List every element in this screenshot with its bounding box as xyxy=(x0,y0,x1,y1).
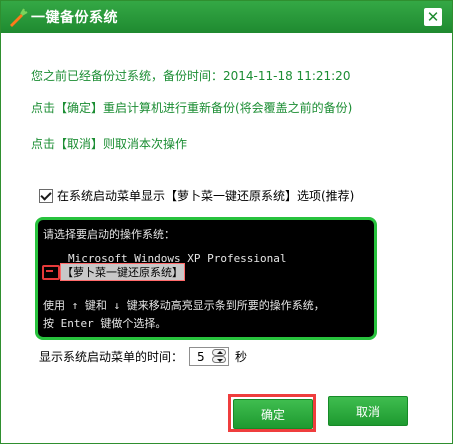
cancel-instruction-text: 点击【取消】则取消本次操作 xyxy=(31,137,188,151)
title-bar: 一键备份系统 ✕ xyxy=(1,1,452,33)
cancel-button[interactable]: 取消 xyxy=(328,396,408,426)
boot-menu-prompt: 请选择要启动的操作系统： xyxy=(43,228,175,241)
timeout-value[interactable]: 5 xyxy=(197,350,205,364)
cancel-button-label: 取消 xyxy=(355,404,380,419)
boot-menu-help-2: 按 Enter 键做个选择。 xyxy=(43,317,167,330)
close-button[interactable]: ✕ xyxy=(424,8,442,26)
ok-button[interactable]: 确定 xyxy=(233,399,313,429)
show-boot-menu-label: 在系统启动菜单显示【萝卜菜一键还原系统】选项(推荐) xyxy=(57,189,355,203)
timeout-unit: 秒 xyxy=(235,350,248,364)
arrow-right-icon xyxy=(42,264,60,280)
boot-menu-option-restore: 【萝卜菜一键还原系统】 xyxy=(42,263,185,281)
show-boot-menu-option[interactable]: 在系统启动菜单显示【萝卜菜一键还原系统】选项(推荐) xyxy=(39,187,354,204)
ok-button-label: 确定 xyxy=(260,407,285,422)
backup-dialog: 一键备份系统 ✕ 您之前已经备份过系统，备份时间：2014-11-18 11:2… xyxy=(0,0,453,444)
carrot-icon xyxy=(6,6,28,28)
timeout-label: 显示系统启动菜单的时间： xyxy=(39,350,184,364)
show-boot-menu-checkbox[interactable] xyxy=(39,188,53,203)
boot-menu-option-restore-label: 【萝卜菜一键还原系统】 xyxy=(60,263,185,281)
close-icon: ✕ xyxy=(426,8,440,26)
timeout-spinner[interactable]: 5 xyxy=(189,347,230,366)
boot-menu-help-1: 使用 ↑ 键和 ↓ 键来移动高亮显示条到所要的操作系统， xyxy=(43,299,325,312)
boot-menu-timeout-row: 显示系统启动菜单的时间： 5 秒 xyxy=(39,347,247,366)
chevron-up-icon[interactable] xyxy=(212,349,227,356)
window-title: 一键备份系统 xyxy=(31,10,118,26)
backup-time-text: 您之前已经备份过系统，备份时间：2014-11-18 11:21:20 xyxy=(31,69,351,83)
chevron-down-icon[interactable] xyxy=(212,356,227,363)
spinner-buttons xyxy=(212,349,227,364)
restart-instruction-text: 点击【确定】重启计算机进行重新备份(将会覆盖之前的备份) xyxy=(31,101,353,115)
